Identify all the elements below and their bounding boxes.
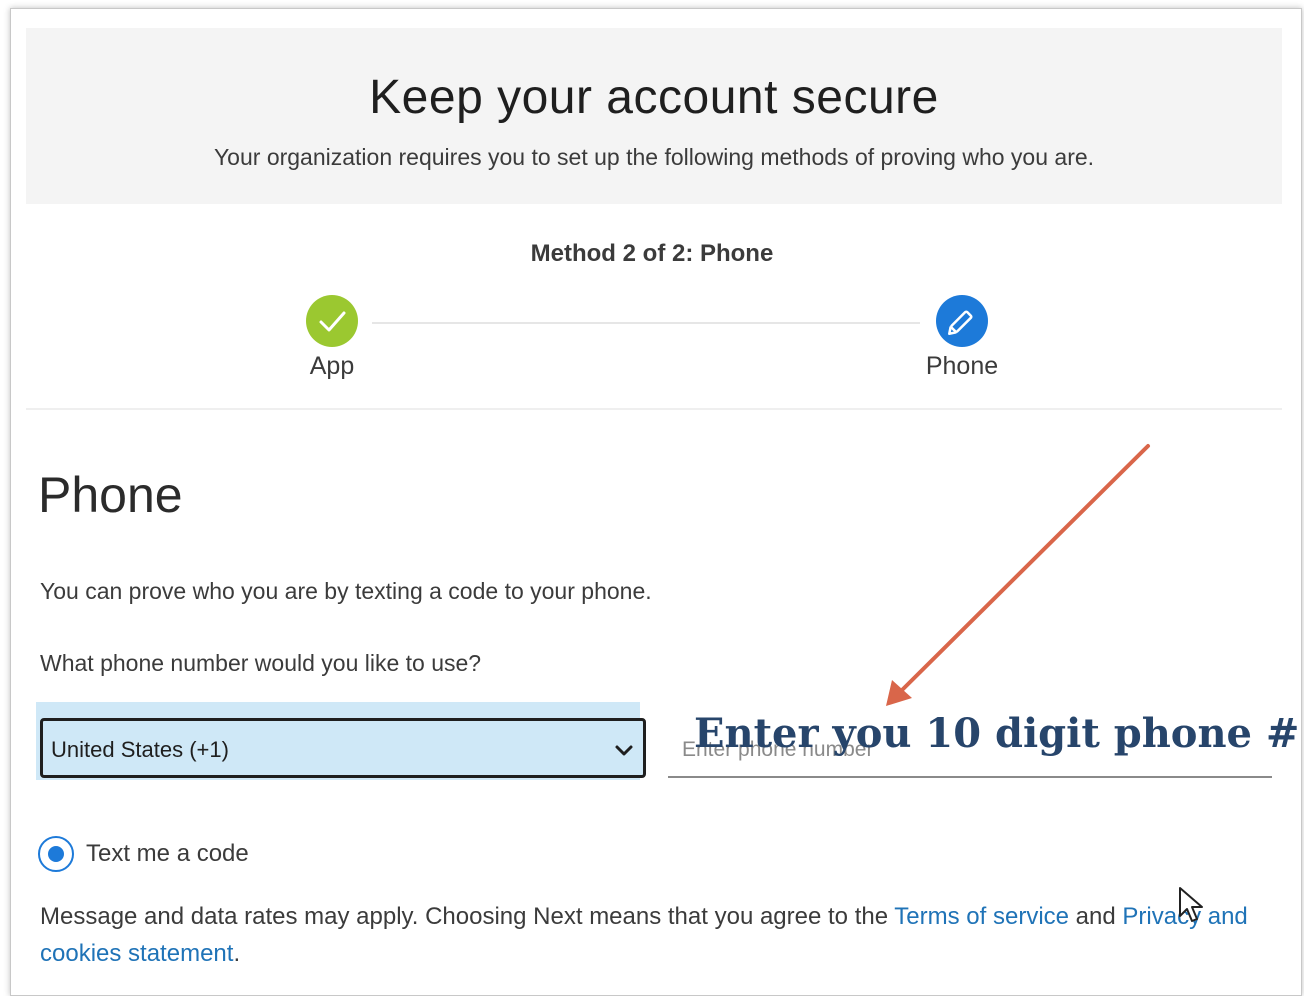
phone-question: What phone number would you like to use? [40,650,482,676]
text-code-radio[interactable] [38,836,74,872]
terms-notice: Message and data rates may apply. Choosi… [40,898,1270,972]
pencil-icon [948,310,973,335]
checkmark-icon [319,311,346,332]
text-code-label: Text me a code [86,840,249,867]
country-code-value: United States (+1) [51,737,229,762]
mouse-pointer-icon [1179,887,1203,922]
step-phone-indicator [936,295,988,347]
terms-of-service-link[interactable]: Terms of service [894,903,1069,930]
step-phone-label: Phone [925,352,999,380]
chevron-down-icon [615,745,633,756]
annotation-text: Enter you 10 digit phone # [694,710,1300,757]
annotation-arrow [886,444,1150,706]
header-panel: Keep your account secure Your organizati… [26,28,1282,204]
terms-suffix: . [233,940,241,967]
step-app-label: App [309,352,355,380]
country-code-select[interactable]: United States (+1) [40,718,646,778]
page-title: Keep your account secure [369,71,939,124]
progress-connector [372,322,920,324]
step-app-indicator [306,295,358,347]
page-subtitle: Your organization requires you to set up… [213,144,1095,170]
phone-section-title: Phone [38,467,183,523]
phone-description: You can prove who you are by texting a c… [40,578,652,604]
terms-prefix: Message and data rates may apply. Choosi… [40,903,895,930]
radio-selected-dot [48,846,64,862]
terms-middle: and [1069,903,1123,930]
method-progress-label: Method 2 of 2: Phone [530,240,774,267]
section-divider [26,408,1282,410]
